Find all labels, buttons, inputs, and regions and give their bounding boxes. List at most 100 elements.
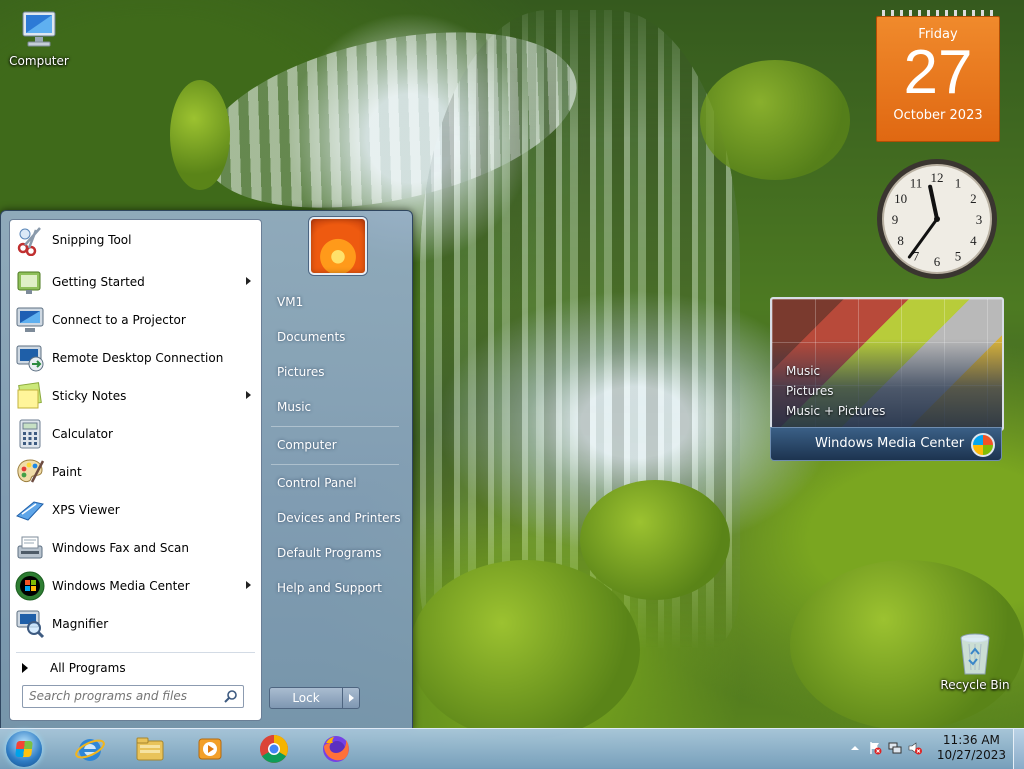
media-center-bar[interactable]: Windows Media Center bbox=[770, 427, 1002, 461]
notification-area: 11:36 AM 10/27/2023 bbox=[834, 729, 1024, 769]
media-center-gadget[interactable]: Music Pictures Music + Pictures Windows … bbox=[770, 297, 1004, 461]
wallpaper-moss bbox=[580, 480, 730, 600]
start-menu: Snipping Tool Getting Started Connect to a… bbox=[0, 210, 413, 730]
separator bbox=[271, 464, 399, 465]
media-player-icon bbox=[198, 738, 222, 760]
triangle-right-icon bbox=[22, 663, 28, 673]
user-picture[interactable] bbox=[309, 217, 367, 275]
program-label: Sticky Notes bbox=[52, 389, 127, 403]
clock-numeral: 5 bbox=[955, 248, 962, 263]
program-item[interactable]: Windows Media Center bbox=[10, 568, 261, 604]
desktop-icon-computer[interactable]: Computer bbox=[4, 8, 74, 68]
program-item[interactable]: Magnifier bbox=[10, 606, 261, 642]
link-documents[interactable]: Documents bbox=[277, 330, 345, 344]
media-item-music-pictures[interactable]: Music + Pictures bbox=[786, 401, 885, 421]
taskbar: 11:36 AM 10/27/2023 bbox=[0, 728, 1024, 769]
media-tiles: Music Pictures Music + Pictures bbox=[770, 297, 1004, 431]
program-item[interactable]: Remote Desktop Connection bbox=[10, 340, 261, 376]
program-item[interactable]: Paint bbox=[10, 454, 261, 490]
fax-icon bbox=[14, 532, 46, 564]
taskbar-media-player[interactable] bbox=[182, 731, 238, 767]
start-menu-places-pane: VM1 Documents Pictures Music Computer Co… bbox=[263, 211, 411, 729]
link-devices-printers[interactable]: Devices and Printers bbox=[277, 511, 401, 525]
submenu-arrow-icon[interactable] bbox=[246, 277, 251, 285]
power-options-arrow-button[interactable] bbox=[342, 687, 360, 709]
desktop-icon-label: Recycle Bin bbox=[940, 678, 1010, 692]
show-desktop-button[interactable] bbox=[1013, 729, 1024, 769]
program-label: Magnifier bbox=[52, 617, 109, 631]
program-label: Paint bbox=[52, 465, 82, 479]
program-item[interactable]: Snipping Tool bbox=[10, 222, 261, 258]
link-pictures[interactable]: Pictures bbox=[277, 365, 325, 379]
link-default-programs[interactable]: Default Programs bbox=[277, 546, 382, 560]
network-icon[interactable] bbox=[888, 741, 902, 755]
link-help-support[interactable]: Help and Support bbox=[277, 581, 382, 595]
calculator-icon bbox=[14, 418, 46, 450]
link-music[interactable]: Music bbox=[277, 400, 311, 414]
clock-numeral: 12 bbox=[931, 170, 944, 185]
program-item[interactable]: Calculator bbox=[10, 416, 261, 452]
link-control-panel[interactable]: Control Panel bbox=[277, 476, 357, 490]
search-input[interactable] bbox=[23, 686, 219, 705]
media-item-music[interactable]: Music bbox=[786, 361, 885, 381]
all-programs-button[interactable]: All Programs bbox=[10, 656, 261, 680]
program-label: Windows Fax and Scan bbox=[52, 541, 190, 555]
clock-numeral: 11 bbox=[910, 176, 923, 191]
clock-numeral: 4 bbox=[970, 233, 977, 248]
clock-gadget[interactable]: 12 1 2 3 4 5 6 7 8 9 10 11 bbox=[874, 156, 1000, 282]
internet-explorer-icon bbox=[75, 739, 105, 761]
taskbar-date: 10/27/2023 bbox=[936, 748, 1006, 762]
media-item-pictures[interactable]: Pictures bbox=[786, 381, 885, 401]
paint-palette-icon bbox=[14, 456, 46, 488]
taskbar-clock[interactable]: 11:36 AM 10/27/2023 bbox=[937, 733, 1006, 763]
sticky-notes-icon bbox=[14, 380, 46, 412]
calendar-month-year: October 2023 bbox=[893, 108, 983, 123]
clock-numeral: 9 bbox=[892, 212, 899, 227]
program-item[interactable]: Sticky Notes bbox=[10, 378, 261, 414]
file-explorer-icon bbox=[136, 737, 164, 761]
taskbar-file-explorer[interactable] bbox=[122, 731, 178, 767]
program-item[interactable]: XPS Viewer bbox=[10, 492, 261, 528]
calendar-day-number: 27 bbox=[903, 38, 973, 107]
clock-numeral: 3 bbox=[976, 212, 983, 227]
taskbar-chrome[interactable] bbox=[246, 731, 302, 767]
firefox-icon bbox=[323, 736, 349, 762]
action-center-icon[interactable] bbox=[868, 741, 882, 755]
magnifier-icon bbox=[14, 608, 46, 640]
taskbar-time: 11:36 AM bbox=[942, 733, 1000, 747]
computer-icon bbox=[15, 8, 63, 52]
projector-icon bbox=[14, 304, 46, 336]
desktop-icon-recycle-bin[interactable]: Recycle Bin bbox=[940, 632, 1010, 692]
windows-flag-icon bbox=[15, 741, 33, 757]
calendar-page: Friday 27 October 2023 bbox=[876, 16, 1000, 142]
recycle-bin-icon bbox=[951, 632, 999, 676]
desktop-icon-label: Computer bbox=[9, 54, 69, 68]
program-item[interactable]: Connect to a Projector bbox=[10, 302, 261, 338]
program-label: Getting Started bbox=[52, 275, 145, 289]
volume-muted-icon[interactable] bbox=[908, 741, 922, 755]
submenu-arrow-icon[interactable] bbox=[246, 581, 251, 589]
link-computer[interactable]: Computer bbox=[277, 438, 337, 452]
search-icon[interactable] bbox=[224, 689, 238, 703]
program-label: Remote Desktop Connection bbox=[52, 351, 224, 365]
search-box[interactable] bbox=[22, 685, 244, 708]
calendar-gadget[interactable]: Friday 27 October 2023 bbox=[876, 10, 1000, 142]
chevron-up-icon bbox=[851, 746, 859, 750]
clock-numeral: 2 bbox=[970, 191, 977, 206]
link-user-folder[interactable]: VM1 bbox=[277, 295, 303, 309]
wallpaper-moss bbox=[170, 80, 230, 190]
taskbar-firefox[interactable] bbox=[308, 731, 364, 767]
remote-desktop-icon bbox=[14, 342, 46, 374]
program-label: Windows Media Center bbox=[52, 579, 190, 593]
program-label: Connect to a Projector bbox=[52, 313, 186, 327]
program-item[interactable]: Getting Started bbox=[10, 264, 261, 300]
submenu-arrow-icon[interactable] bbox=[246, 391, 251, 399]
show-hidden-icons-button[interactable] bbox=[848, 741, 862, 755]
lock-button[interactable]: Lock bbox=[269, 687, 343, 709]
start-button[interactable] bbox=[6, 731, 42, 767]
program-item[interactable]: Windows Fax and Scan bbox=[10, 530, 261, 566]
xps-viewer-icon bbox=[14, 494, 46, 526]
chrome-icon bbox=[260, 735, 288, 763]
separator bbox=[16, 652, 255, 653]
taskbar-internet-explorer[interactable] bbox=[62, 731, 118, 767]
